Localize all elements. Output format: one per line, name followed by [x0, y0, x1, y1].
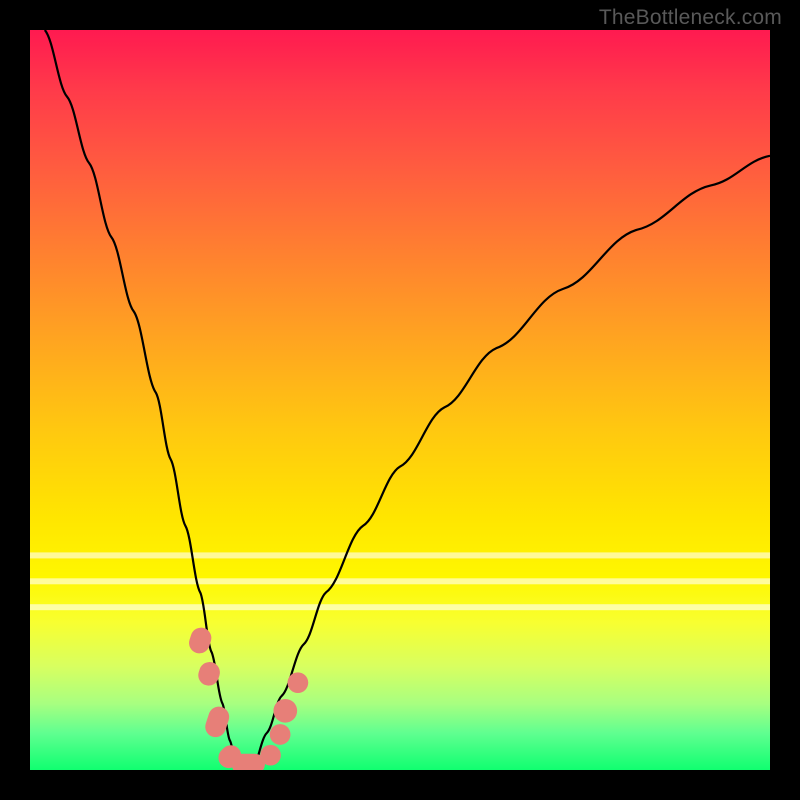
highlight-band — [30, 604, 770, 610]
right-curve — [252, 156, 770, 770]
highlight-band — [30, 552, 770, 558]
data-point — [270, 724, 291, 745]
data-capsule — [232, 754, 265, 770]
data-capsule — [186, 625, 214, 656]
curves-svg — [30, 30, 770, 770]
data-point — [288, 672, 309, 693]
data-point — [260, 745, 281, 766]
highlight-band — [30, 578, 770, 584]
watermark-text: TheBottleneck.com — [599, 6, 782, 30]
plot-area — [30, 30, 770, 770]
outer-frame: TheBottleneck.com — [0, 0, 800, 800]
data-point — [273, 699, 297, 723]
left-curve — [45, 30, 237, 770]
